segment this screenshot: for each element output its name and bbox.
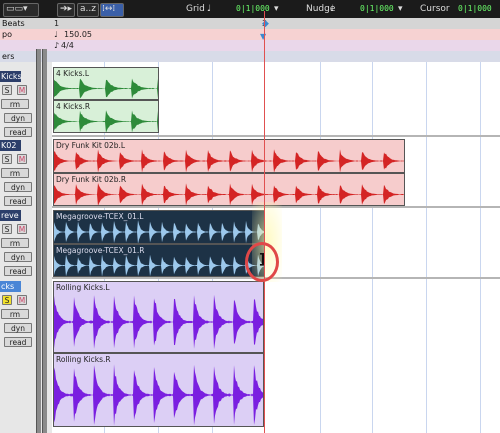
automation-view-button[interactable]: dyn <box>4 113 32 123</box>
track-name[interactable]: K02 <box>0 140 21 151</box>
sort-label: a..z <box>80 4 96 14</box>
clip-name: Rolling Kicks.R <box>56 355 111 364</box>
automation-view-button[interactable]: dyn <box>4 182 32 192</box>
automation-mode-button[interactable]: read <box>4 266 32 276</box>
cursor-value: 0|1|000 <box>458 4 492 13</box>
tempo-ruler-label: po <box>0 29 52 40</box>
track-view-button[interactable]: rm <box>1 238 29 248</box>
playhead-line <box>264 11 265 433</box>
clip-name: Megagroove-TCEX_01.L <box>56 212 144 221</box>
grid-line <box>320 62 321 433</box>
grid-label: Grid <box>186 4 205 14</box>
grid-dropdown-icon[interactable]: ▾ <box>274 3 279 15</box>
audio-clip[interactable]: Megagroove-TCEX_01.L <box>53 210 265 244</box>
nudge-dropdown-icon[interactable]: ▾ <box>398 3 403 15</box>
bar-number: 1 <box>54 19 60 28</box>
automation-mode-button[interactable]: read <box>4 337 32 347</box>
play-arrow-icon[interactable]: ➔▸ <box>60 3 72 15</box>
track-name[interactable]: Kicks <box>0 71 22 82</box>
automation-view-button[interactable]: dyn <box>4 252 32 262</box>
automation-view-button[interactable]: dyn <box>4 323 32 333</box>
clip-name: 4 Kicks.R <box>56 102 91 111</box>
tempo-value: 150.05 <box>64 30 92 39</box>
track-view-button[interactable]: rm <box>1 99 29 109</box>
automation-mode-button[interactable]: read <box>4 127 32 137</box>
audio-clip[interactable]: Dry Funk Kit 02b.R <box>53 173 405 206</box>
track-view-button[interactable]: rm <box>1 309 29 319</box>
audio-clip[interactable]: Dry Funk Kit 02b.L <box>53 139 405 173</box>
audio-clip[interactable]: 4 Kicks.L <box>53 67 159 100</box>
grid-note-icon: ♩ <box>207 4 212 14</box>
nudge-value[interactable]: 0|1|000 <box>360 3 394 15</box>
solo-button[interactable]: S <box>2 154 12 164</box>
track-name[interactable]: reve <box>0 210 21 221</box>
track-view-button[interactable]: rm <box>1 168 29 178</box>
tempo-note-icon: ♩ <box>54 30 58 39</box>
grid-line <box>372 62 373 433</box>
grid-line <box>480 62 481 433</box>
cursor-label: Cursor <box>420 4 450 14</box>
mute-button[interactable]: M <box>17 154 27 164</box>
solo-button[interactable]: S <box>2 224 12 234</box>
clip-name: Rolling Kicks.L <box>56 283 110 292</box>
zoom-preset-icon[interactable]: ▭▭▾ <box>6 3 28 15</box>
waveform <box>54 294 263 350</box>
toolbar: ▭▭▾ ➔▸ a..z ⁞↔⁞ Grid ♩ 0|1|000 ▾ Nudge ♩… <box>0 0 500 18</box>
mute-button[interactable]: M <box>17 295 27 305</box>
meter-strip <box>36 49 41 433</box>
audio-clip[interactable]: Megagroove-TCEX_01.R <box>53 244 265 277</box>
clip-name: Dry Funk Kit 02b.L <box>56 141 126 150</box>
audio-clip[interactable]: Rolling Kicks.L <box>53 281 264 353</box>
meter-strip <box>42 49 47 433</box>
clip-name: Megagroove-TCEX_01.R <box>56 246 145 255</box>
mute-button[interactable]: M <box>17 224 27 234</box>
mute-button[interactable]: M <box>17 85 27 95</box>
link-icon: ⁞↔⁞ <box>102 4 116 14</box>
meter-value: 4/4 <box>61 41 74 50</box>
track-name[interactable]: cks <box>0 281 21 292</box>
automation-mode-button[interactable]: read <box>4 196 32 206</box>
clip-name: Dry Funk Kit 02b.R <box>56 175 127 184</box>
clip-name: 4 Kicks.L <box>56 69 90 78</box>
grid-line <box>426 62 427 433</box>
audio-clip[interactable]: Rolling Kicks.R <box>53 353 264 427</box>
nudge-note-icon: ♩ <box>330 4 335 14</box>
track-separator <box>52 135 500 137</box>
waveform <box>54 364 263 426</box>
edit-area[interactable]: 4 Kicks.L 4 Kicks.R Dry Funk Kit 02b.L D… <box>52 62 500 433</box>
bars-ruler-label: Beats <box>0 18 52 29</box>
meter-icon: ♪ <box>54 41 60 50</box>
solo-button[interactable]: S <box>2 85 12 95</box>
pro-tools-edit-window: ▭▭▾ ➔▸ a..z ⁞↔⁞ Grid ♩ 0|1|000 ▾ Nudge ♩… <box>0 0 500 433</box>
solo-button[interactable]: S <box>2 295 12 305</box>
audio-clip[interactable]: 4 Kicks.R <box>53 100 159 133</box>
